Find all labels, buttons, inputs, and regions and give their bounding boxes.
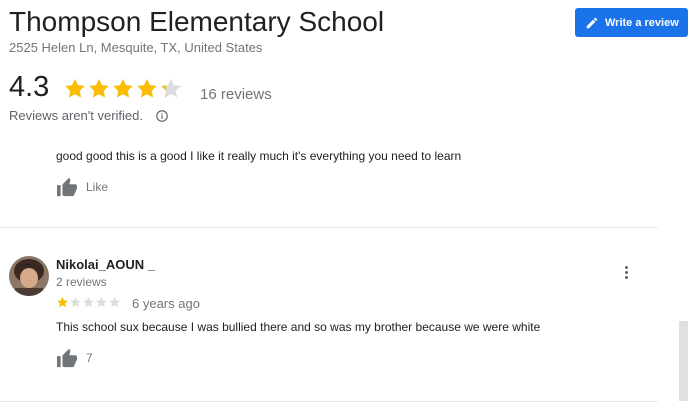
review-divider	[0, 227, 658, 228]
star-half-icon	[161, 79, 181, 98]
star-empty-icon	[70, 297, 81, 308]
reviewer-avatar[interactable]	[9, 256, 49, 296]
review-text: good good this is a good I like it reall…	[56, 149, 462, 163]
write-review-label: Write a review	[605, 16, 679, 29]
place-title: Thompson Elementary School	[9, 6, 385, 37]
like-button[interactable]: Like	[56, 177, 108, 197]
reviewer-name[interactable]: Nikolai_AOUN _	[56, 257, 155, 272]
star-filled-icon	[137, 79, 157, 98]
star-empty-icon	[109, 297, 120, 308]
star-empty-icon	[96, 297, 107, 308]
review-date: 6 years ago	[132, 296, 200, 311]
thumbs-up-icon	[57, 348, 77, 368]
star-filled-icon	[65, 79, 85, 98]
review-rating-stars	[56, 296, 121, 309]
thumbs-up-icon	[57, 177, 77, 197]
pencil-icon	[586, 17, 598, 28]
scrollbar-thumb[interactable]	[679, 321, 688, 401]
more-vert-icon	[624, 265, 628, 269]
like-count: 7	[86, 351, 93, 365]
more-options-button[interactable]	[617, 262, 635, 282]
star-filled-icon	[89, 79, 109, 98]
like-button[interactable]: 7	[56, 348, 93, 368]
star-empty-icon	[83, 297, 94, 308]
reviewer-review-count: 2 reviews	[56, 275, 107, 289]
write-review-button[interactable]: Write a review	[575, 8, 688, 37]
like-label: Like	[86, 180, 109, 194]
star-filled-icon	[57, 297, 68, 308]
review-text: This school sux because I was bullied th…	[56, 320, 541, 334]
info-icon[interactable]	[155, 109, 169, 123]
not-verified-notice: Reviews aren't verified.	[9, 108, 169, 123]
star-filled-icon	[113, 79, 133, 98]
average-rating: 4.3	[9, 71, 50, 103]
not-verified-text: Reviews aren't verified.	[9, 108, 143, 123]
place-address: 2525 Helen Ln, Mesquite, TX, United Stat…	[9, 40, 263, 55]
average-rating-stars	[63, 77, 183, 101]
review-divider	[0, 401, 658, 402]
reviews-count-link[interactable]: 16 reviews	[200, 86, 272, 103]
